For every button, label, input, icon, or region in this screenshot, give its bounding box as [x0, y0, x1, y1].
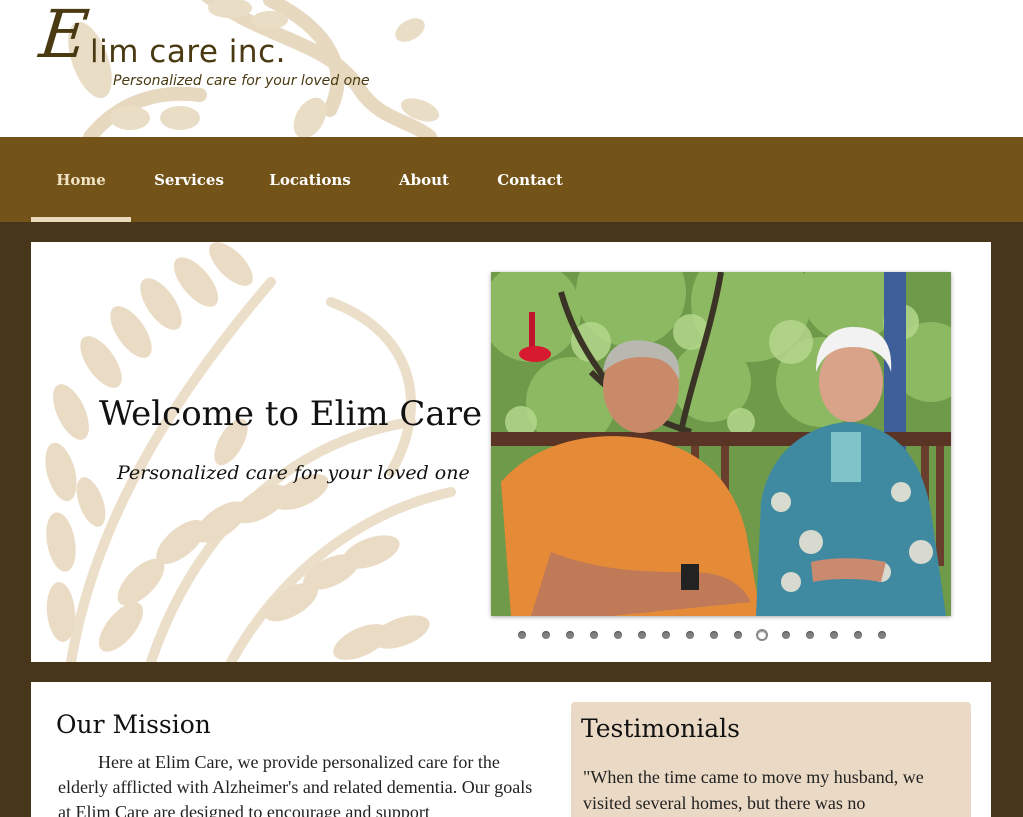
- slide-dot[interactable]: [806, 631, 814, 639]
- site-logo[interactable]: E lim care inc.: [36, 0, 285, 73]
- mission-text: Here at Elim Care, we provide personaliz…: [58, 752, 533, 817]
- slide-dot[interactable]: [830, 631, 838, 639]
- nav-locations[interactable]: Locations: [262, 137, 358, 222]
- nav-about[interactable]: About: [384, 137, 464, 222]
- logo-initial: E: [36, 0, 93, 73]
- nav-home[interactable]: Home: [31, 137, 131, 222]
- slide-dot[interactable]: [686, 631, 694, 639]
- slide-dot[interactable]: [590, 631, 598, 639]
- hero-banner: Welcome to Elim Care Personalized care f…: [31, 242, 991, 662]
- slide-dot-active[interactable]: [756, 629, 768, 641]
- slide-dot[interactable]: [542, 631, 550, 639]
- wheat-decoration: [45, 242, 456, 662]
- slide-dot[interactable]: [878, 631, 886, 639]
- logo-tagline: Personalized care for your loved one: [113, 73, 370, 89]
- slide-dot[interactable]: [638, 631, 646, 639]
- slide-dot[interactable]: [854, 631, 862, 639]
- testimonial-quote: "When the time came to move my husband, …: [583, 767, 924, 813]
- slideshow-image[interactable]: [491, 272, 951, 616]
- photo-elderly-couple: [491, 272, 951, 616]
- slide-dot[interactable]: [734, 631, 742, 639]
- slide-dot[interactable]: [518, 631, 526, 639]
- nav-contact[interactable]: Contact: [488, 137, 572, 222]
- slide-dot[interactable]: [614, 631, 622, 639]
- slide-dot[interactable]: [662, 631, 670, 639]
- nav-services[interactable]: Services: [144, 137, 234, 222]
- hero-title: Welcome to Elim Care: [99, 394, 483, 434]
- content-section: Our Mission Here at Elim Care, we provid…: [31, 682, 991, 817]
- testimonials-box: Testimonials "When the time came to move…: [571, 702, 971, 817]
- slide-dot[interactable]: [710, 631, 718, 639]
- logo-wordmark: lim care inc.: [90, 34, 286, 70]
- main-nav: Home Services Locations About Contact: [0, 137, 1023, 222]
- testimonials-heading: Testimonials: [581, 714, 740, 743]
- mission-heading: Our Mission: [56, 710, 211, 739]
- site-header: E lim care inc. Personalized care for yo…: [0, 0, 1023, 137]
- slide-dot[interactable]: [782, 631, 790, 639]
- slide-dot[interactable]: [566, 631, 574, 639]
- slideshow-pagination: [518, 629, 886, 641]
- hero-subtitle: Personalized care for your loved one: [117, 462, 470, 484]
